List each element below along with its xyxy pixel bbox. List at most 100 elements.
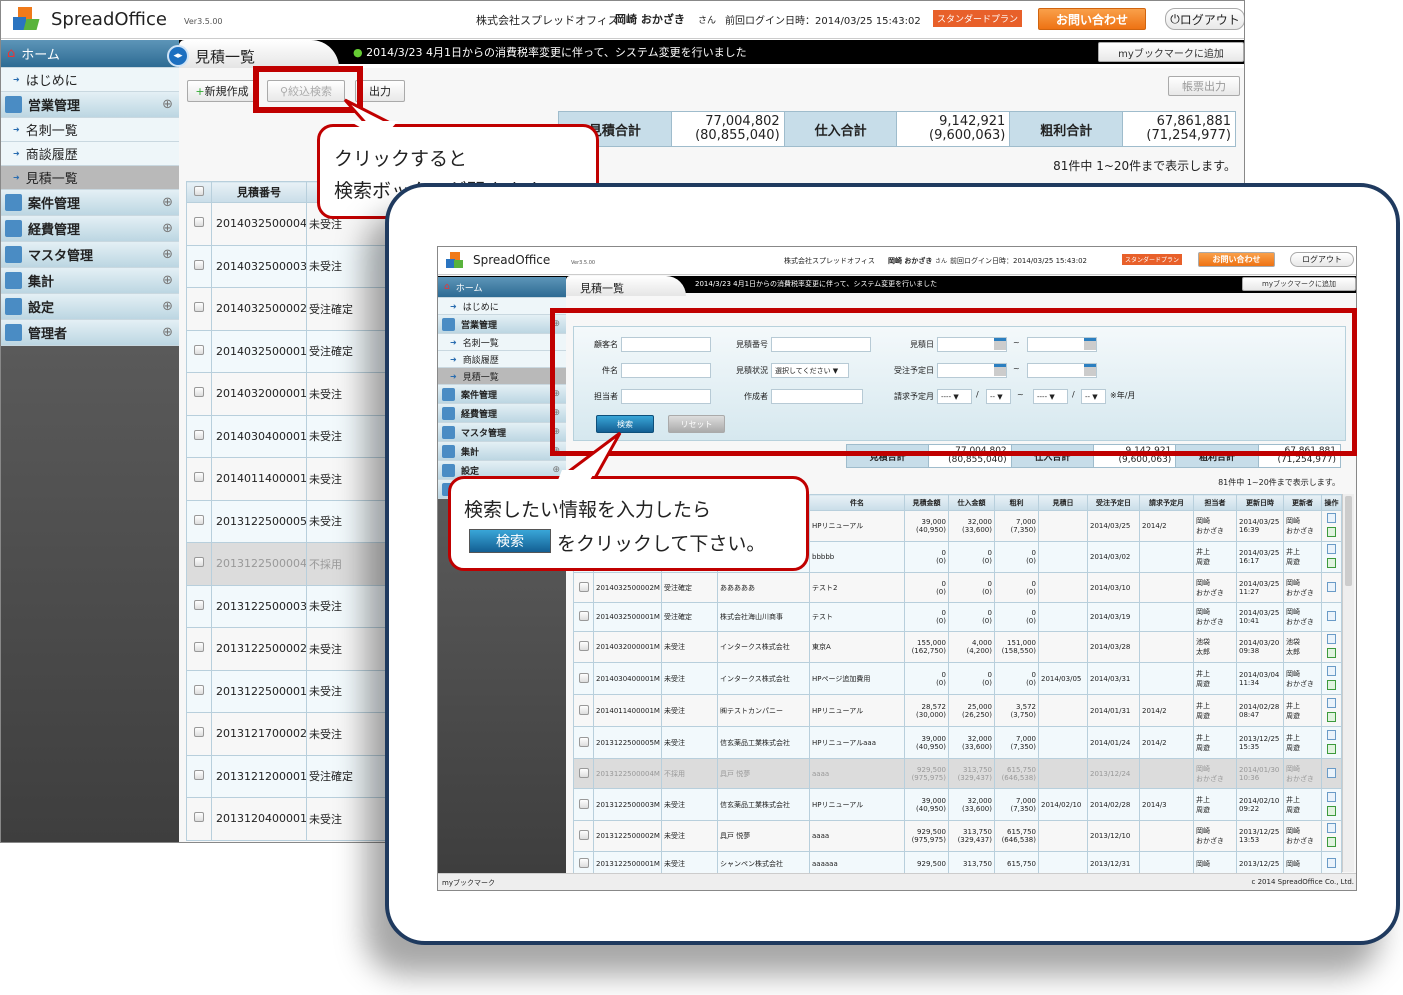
estimate-number[interactable]: 2013122500003M — [593, 788, 662, 821]
table-row[interactable]: 2013122500002M 未受注 具戸 悦夢 aaaa 929,500 (975,9… — [573, 820, 1342, 852]
table-row[interactable]: 2014011400001M 未受注 ㈱テストカンパニー HPリニューアル 28,572… — [573, 694, 1342, 727]
select-all-checkbox[interactable] — [194, 185, 204, 196]
table-row[interactable]: 2013122500004M 不採用 具戸 悦夢 aaaa 929,500 (975,9… — [573, 758, 1342, 789]
estimate-number[interactable]: 2014032500002M — [211, 287, 307, 331]
sidebar-item[interactable]: 名刺一覧 — [1, 118, 179, 142]
table-row[interactable]: 2014032500001M 受注確定 — [186, 329, 407, 373]
sidebar-item-home[interactable]: ⌂ ホーム — [438, 277, 566, 298]
sidebar-item[interactable]: 見積一覧 — [438, 368, 566, 385]
view-icon[interactable] — [1327, 729, 1336, 740]
collapse-sidebar-icon[interactable]: ◂▸ — [167, 45, 189, 67]
view-icon[interactable] — [1327, 581, 1336, 592]
footer-bookmark[interactable]: myブックマーク — [442, 878, 495, 888]
sidebar-item[interactable]: はじめに — [1, 68, 179, 92]
edit-icon[interactable] — [1327, 805, 1336, 816]
table-row[interactable]: 2013122500005M 未受注 信玄薬品工業株式会社 HPリニューアルaaa 39… — [573, 726, 1342, 759]
row-checkbox[interactable] — [194, 642, 204, 653]
estimate-number[interactable]: 2014032500001M — [211, 329, 307, 373]
table-scrollbar[interactable] — [1342, 494, 1354, 872]
edit-icon[interactable] — [1327, 837, 1336, 847]
row-checkbox[interactable] — [194, 599, 204, 610]
edit-icon[interactable] — [1327, 558, 1336, 568]
logout-button[interactable]: ⏻ ログアウト — [1165, 8, 1244, 30]
sidebar-item[interactable]: 営業管理 ⊕ — [438, 315, 566, 334]
sidebar-item[interactable]: 案件管理 ⊕ — [1, 190, 179, 216]
bookmark-button[interactable]: myブックマークに追加 — [1242, 277, 1356, 291]
row-checkbox[interactable] — [194, 472, 204, 483]
estimate-number[interactable]: 2014032500001M — [593, 602, 662, 632]
estimate-number[interactable]: 2014032000001M — [593, 631, 662, 663]
contact-button[interactable]: お問い合わせ — [1038, 8, 1146, 30]
estimate-number[interactable]: 2014011400001M — [211, 457, 307, 501]
row-checkbox[interactable] — [194, 514, 204, 525]
column-header[interactable]: 更新日時 — [1236, 494, 1284, 511]
sidebar-item[interactable]: 経費管理 ⊕ — [438, 404, 566, 423]
expand-icon[interactable]: ⊕ — [162, 97, 173, 112]
estimate-number[interactable]: 2014032500004M — [211, 202, 307, 246]
estimate-number[interactable]: 2013120400001M — [211, 797, 307, 841]
row-checkbox[interactable] — [578, 858, 589, 868]
estimate-number[interactable]: 2014032500002M — [593, 572, 662, 603]
table-row[interactable]: 2014032500002M 受注確定 あああああ テスト2 0 (0) 0 (0) 0 (… — [573, 572, 1342, 603]
new-button[interactable]: + 新規作成 — [187, 80, 257, 102]
sidebar-item[interactable]: 案件管理 ⊕ — [438, 385, 566, 404]
table-row[interactable]: 2013120400001M 未受注 — [186, 797, 407, 841]
sidebar-item[interactable]: 管理者 ⊕ — [1, 320, 179, 346]
row-checkbox[interactable] — [194, 302, 204, 313]
table-row[interactable]: 2014030400001M 未受注 インタークス株式会社 HPページ追加費用 0 (0… — [573, 662, 1342, 695]
row-checkbox[interactable] — [578, 798, 589, 809]
edit-icon[interactable] — [1327, 711, 1336, 722]
row-checkbox[interactable] — [578, 581, 589, 592]
row-checkbox[interactable] — [578, 611, 589, 621]
view-icon[interactable] — [1327, 791, 1336, 802]
row-checkbox[interactable] — [194, 429, 204, 440]
sidebar-item-home[interactable]: ⌂ ホーム — [1, 40, 179, 68]
sidebar-item[interactable]: 設定 ⊕ — [1, 294, 179, 320]
estimate-number[interactable]: 2013122500004M — [593, 758, 662, 789]
logout-button[interactable]: ログアウト — [1290, 252, 1354, 267]
bookmark-button[interactable]: myブックマークに追加 — [1098, 42, 1244, 62]
sidebar-item[interactable]: マスタ管理 ⊕ — [1, 242, 179, 268]
estimate-number[interactable]: 2014011400001M — [593, 694, 662, 727]
sidebar-item[interactable]: 商談履歴 — [438, 351, 566, 368]
table-row[interactable]: 2013121200001M 受注確定 — [186, 754, 407, 798]
view-icon[interactable] — [1327, 611, 1336, 621]
view-icon[interactable] — [1327, 697, 1336, 708]
view-icon[interactable] — [1327, 544, 1336, 554]
row-checkbox[interactable] — [578, 704, 589, 715]
edit-icon[interactable] — [1327, 679, 1336, 690]
table-row[interactable]: 2013122500003M 未受注 — [186, 584, 407, 628]
expand-icon[interactable]: ⊕ — [162, 273, 173, 288]
view-icon[interactable] — [1327, 767, 1336, 778]
column-header[interactable]: 見積金額 — [904, 494, 949, 511]
expand-icon[interactable]: ⊕ — [162, 195, 173, 210]
sidebar-item[interactable]: 営業管理 ⊕ — [1, 92, 179, 118]
table-row[interactable]: 2013122500002M 未受注 — [186, 627, 407, 671]
report-output-button[interactable]: 帳票出力 — [1168, 76, 1240, 96]
edit-icon[interactable] — [1327, 743, 1336, 754]
view-icon[interactable] — [1327, 634, 1336, 644]
row-checkbox[interactable] — [194, 557, 204, 568]
table-row[interactable]: 2014032000001M 未受注 — [186, 372, 407, 416]
column-header[interactable]: 担当者 — [1193, 494, 1237, 511]
sidebar-item[interactable]: 商談履歴 — [1, 142, 179, 166]
table-row[interactable]: 2014032500003M 未受注 — [186, 244, 407, 288]
row-checkbox[interactable] — [194, 259, 204, 270]
expand-icon[interactable]: ⊕ — [162, 325, 173, 340]
table-row[interactable]: 2013122500003M 未受注 信玄薬品工業株式会社 HPリニューアル 39,00… — [573, 788, 1342, 821]
edit-icon[interactable] — [1327, 648, 1336, 658]
sidebar-item[interactable]: 名刺一覧 — [438, 334, 566, 351]
sidebar-item[interactable]: 見積一覧 — [1, 166, 179, 190]
view-icon[interactable] — [1327, 858, 1336, 868]
sidebar-item[interactable]: はじめに — [438, 298, 566, 315]
select-all-header[interactable] — [186, 181, 212, 203]
column-header[interactable]: 件名 — [809, 494, 905, 511]
estimate-number[interactable]: 2013122500005M — [211, 499, 307, 543]
estimate-number[interactable]: 2014032500003M — [211, 244, 307, 288]
estimate-number[interactable]: 2013122500002M — [211, 627, 307, 671]
estimate-number[interactable]: 2014032000001M — [211, 372, 307, 416]
column-header[interactable]: 更新者 — [1283, 494, 1322, 511]
edit-icon[interactable] — [1327, 527, 1336, 537]
view-icon[interactable] — [1327, 823, 1336, 833]
view-icon[interactable] — [1327, 513, 1336, 523]
